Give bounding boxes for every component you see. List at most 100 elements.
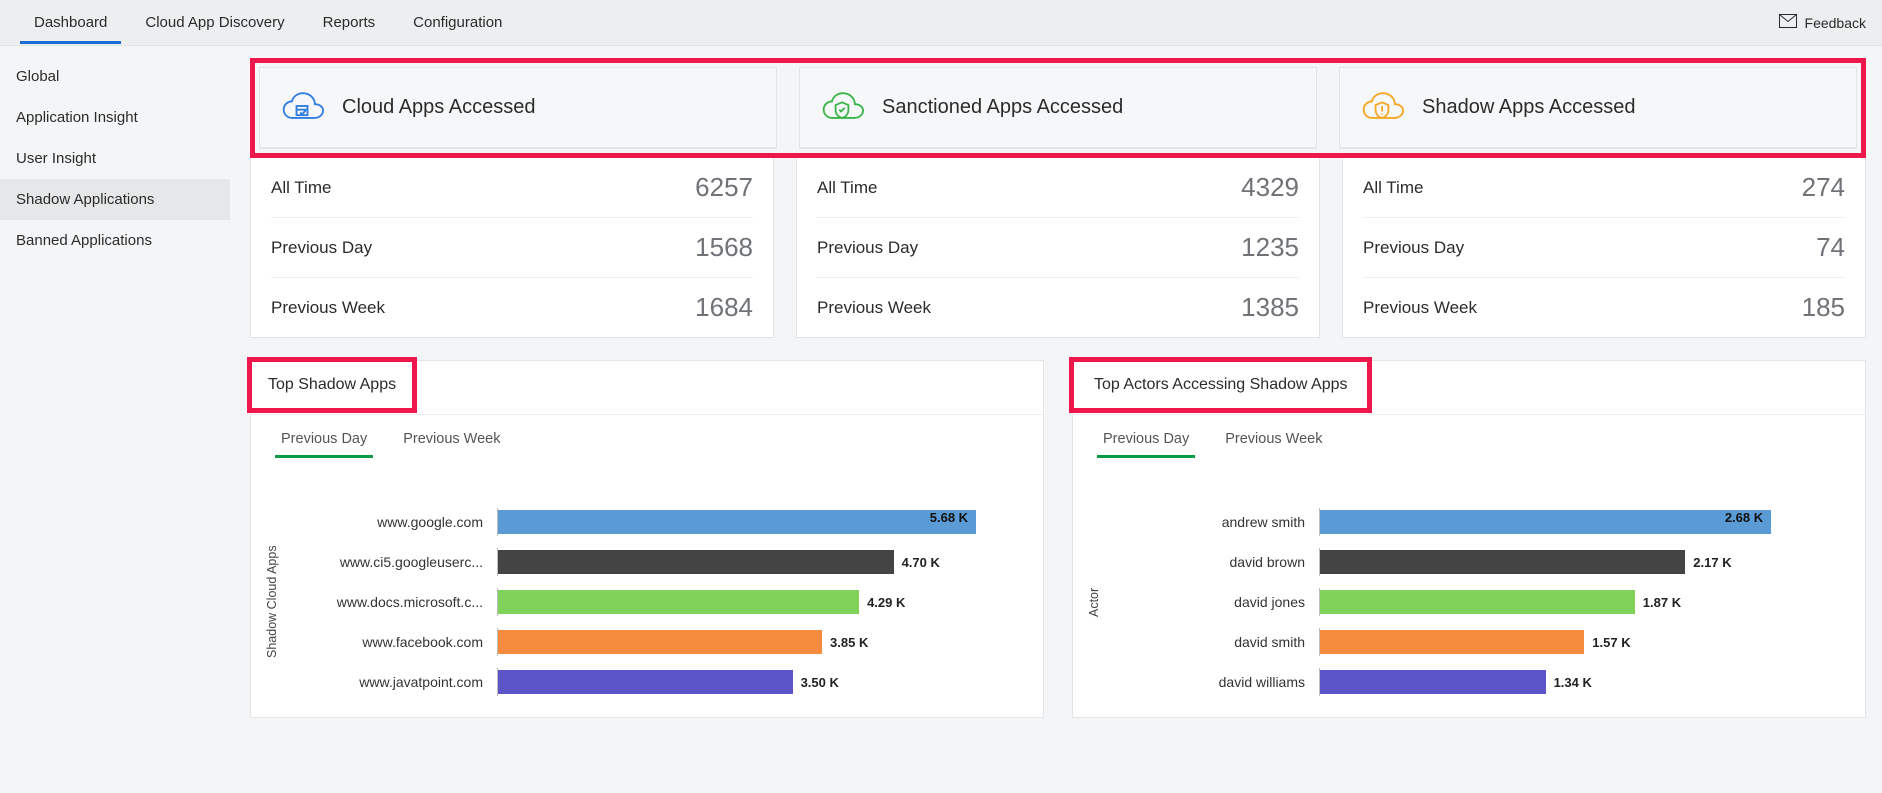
sidebar: Global Application Insight User Insight … [0, 46, 230, 734]
bar-value-label: 5.68 K [930, 510, 968, 525]
mail-icon [1779, 14, 1797, 31]
stat-value: 1385 [1241, 292, 1299, 323]
tab-configuration[interactable]: Configuration [395, 2, 520, 43]
bar-category-label: www.docs.microsoft.c... [287, 594, 497, 610]
stat-label: All Time [271, 178, 331, 198]
stat-value: 1235 [1241, 232, 1299, 263]
tab-previous-week[interactable]: Previous Week [1219, 421, 1328, 457]
panel-title-highlight: Top Actors Accessing Shadow Apps [1069, 357, 1372, 413]
tab-cloud-app-discovery[interactable]: Cloud App Discovery [127, 2, 302, 43]
stat-body-shadow-apps: All Time274 Previous Day74 Previous Week… [1342, 158, 1866, 338]
bar-category-label: david smith [1109, 634, 1319, 650]
bar-fill [498, 590, 859, 614]
main-content: Cloud Apps Accessed Sanctioned Apps Acce… [230, 46, 1882, 734]
bar-category-label: www.javatpoint.com [287, 674, 497, 690]
panel-top-shadow-apps: Top Shadow Apps Previous Day Previous We… [250, 360, 1044, 718]
bar-fill [1320, 590, 1635, 614]
panel-title-highlight: Top Shadow Apps [247, 357, 417, 413]
stat-label: Previous Day [817, 238, 918, 258]
bar-row: david smith 1.57 K [1109, 627, 1825, 657]
panel-tabs: Previous Day Previous Week [251, 415, 1043, 457]
stat-body-cloud-apps: All Time 6257 Previous Day 1568 Previous W… [250, 158, 774, 338]
bar-track: 1.87 K [1319, 588, 1825, 616]
bar-fill [1320, 550, 1685, 574]
bar-track: 4.29 K [497, 588, 1003, 616]
bar-fill [1320, 670, 1546, 694]
y-axis-label: Shadow Cloud Apps [261, 507, 283, 697]
warn-cloud-icon [1360, 86, 1404, 129]
tab-previous-day[interactable]: Previous Day [275, 421, 373, 457]
stat-value: 6257 [695, 172, 753, 203]
stat-label: Previous Week [1363, 298, 1477, 318]
stat-card-title: Shadow Apps Accessed [1422, 96, 1635, 119]
stat-card-cloud-apps: Cloud Apps Accessed [259, 67, 777, 149]
panel-tabs: Previous Day Previous Week [1073, 415, 1865, 457]
bar-category-label: david williams [1109, 674, 1319, 690]
feedback-button[interactable]: Feedback [1779, 14, 1866, 31]
stat-value: 274 [1802, 172, 1845, 203]
shield-cloud-icon [820, 86, 864, 129]
bar-fill [498, 550, 894, 574]
stat-label: Previous Day [271, 238, 372, 258]
stat-value: 185 [1802, 292, 1845, 323]
tab-dashboard[interactable]: Dashboard [16, 2, 125, 43]
bar-value-label: 2.68 K [1725, 510, 1763, 525]
bar-row: david williams 1.34 K [1109, 667, 1825, 697]
stat-card-title: Cloud Apps Accessed [342, 96, 535, 119]
panel-title: Top Actors Accessing Shadow Apps [1094, 376, 1347, 393]
sidebar-item-shadow-applications[interactable]: Shadow Applications [0, 179, 230, 220]
bar-category-label: www.facebook.com [287, 634, 497, 650]
bar-track: 1.57 K [1319, 628, 1825, 656]
bar-value-label: 1.87 K [1643, 595, 1681, 610]
tab-reports[interactable]: Reports [305, 2, 394, 43]
stat-card-shadow-apps: Shadow Apps Accessed [1339, 67, 1857, 149]
bar-value-label: 1.34 K [1554, 675, 1592, 690]
bar-row: david jones 1.87 K [1109, 587, 1825, 617]
stat-value: 1684 [695, 292, 753, 323]
stat-card-sanctioned-apps: Sanctioned Apps Accessed [799, 67, 1317, 149]
stat-value: 74 [1816, 232, 1845, 263]
bar-fill [1320, 630, 1584, 654]
bar-row: www.javatpoint.com3.50 K [287, 667, 1003, 697]
bar-row: andrew smith 2.68 K [1109, 507, 1825, 537]
bar-category-label: andrew smith [1109, 514, 1319, 530]
bar-row: www.docs.microsoft.c...4.29 K [287, 587, 1003, 617]
bar-track: 3.50 K [497, 668, 1003, 696]
sidebar-item-banned-applications[interactable]: Banned Applications [0, 220, 230, 261]
stat-body-sanctioned-apps: All Time 4329 Previous Day 1235 Previous W… [796, 158, 1320, 338]
bar-row: david brown2.17 K [1109, 547, 1825, 577]
stat-cards-row: Cloud Apps Accessed Sanctioned Apps Acce… [250, 58, 1866, 158]
bar-track: 2.17 K [1319, 548, 1825, 576]
bar-fill [498, 670, 793, 694]
y-axis-label: Actor [1083, 507, 1105, 697]
stat-label: All Time [1363, 178, 1423, 198]
stat-value: 1568 [695, 232, 753, 263]
bar-fill: 2.68 K [1320, 510, 1771, 534]
bar-category-label: www.google.com [287, 514, 497, 530]
bar-value-label: 3.85 K [830, 635, 868, 650]
sidebar-item-user-insight[interactable]: User Insight [0, 138, 230, 179]
bar-category-label: david jones [1109, 594, 1319, 610]
top-nav: Dashboard Cloud App Discovery Reports Co… [16, 2, 520, 43]
bar-value-label: 1.57 K [1592, 635, 1630, 650]
top-nav-bar: Dashboard Cloud App Discovery Reports Co… [0, 0, 1882, 46]
panel-title: Top Shadow Apps [268, 376, 396, 393]
stat-value: 4329 [1241, 172, 1299, 203]
stat-label: Previous Week [817, 298, 931, 318]
bar-track: 2.68 K [1319, 508, 1825, 536]
stat-label: Previous Week [271, 298, 385, 318]
tab-previous-week[interactable]: Previous Week [397, 421, 506, 457]
stat-label: All Time [817, 178, 877, 198]
stat-cards-body-row: All Time 6257 Previous Day 1568 Previous W… [250, 158, 1866, 338]
bar-track: 1.34 K [1319, 668, 1825, 696]
sidebar-item-application-insight[interactable]: Application Insight [0, 97, 230, 138]
bar-fill: 5.68 K [498, 510, 976, 534]
sidebar-item-global[interactable]: Global [0, 56, 230, 97]
stat-card-title: Sanctioned Apps Accessed [882, 96, 1123, 119]
bar-track: 4.70 K [497, 548, 1003, 576]
chart-panels-row: Top Shadow Apps Previous Day Previous We… [250, 360, 1866, 718]
bar-row: www.ci5.googleuserc...4.70 K [287, 547, 1003, 577]
bar-fill [498, 630, 822, 654]
bar-track: 5.68 K [497, 508, 1003, 536]
tab-previous-day[interactable]: Previous Day [1097, 421, 1195, 457]
